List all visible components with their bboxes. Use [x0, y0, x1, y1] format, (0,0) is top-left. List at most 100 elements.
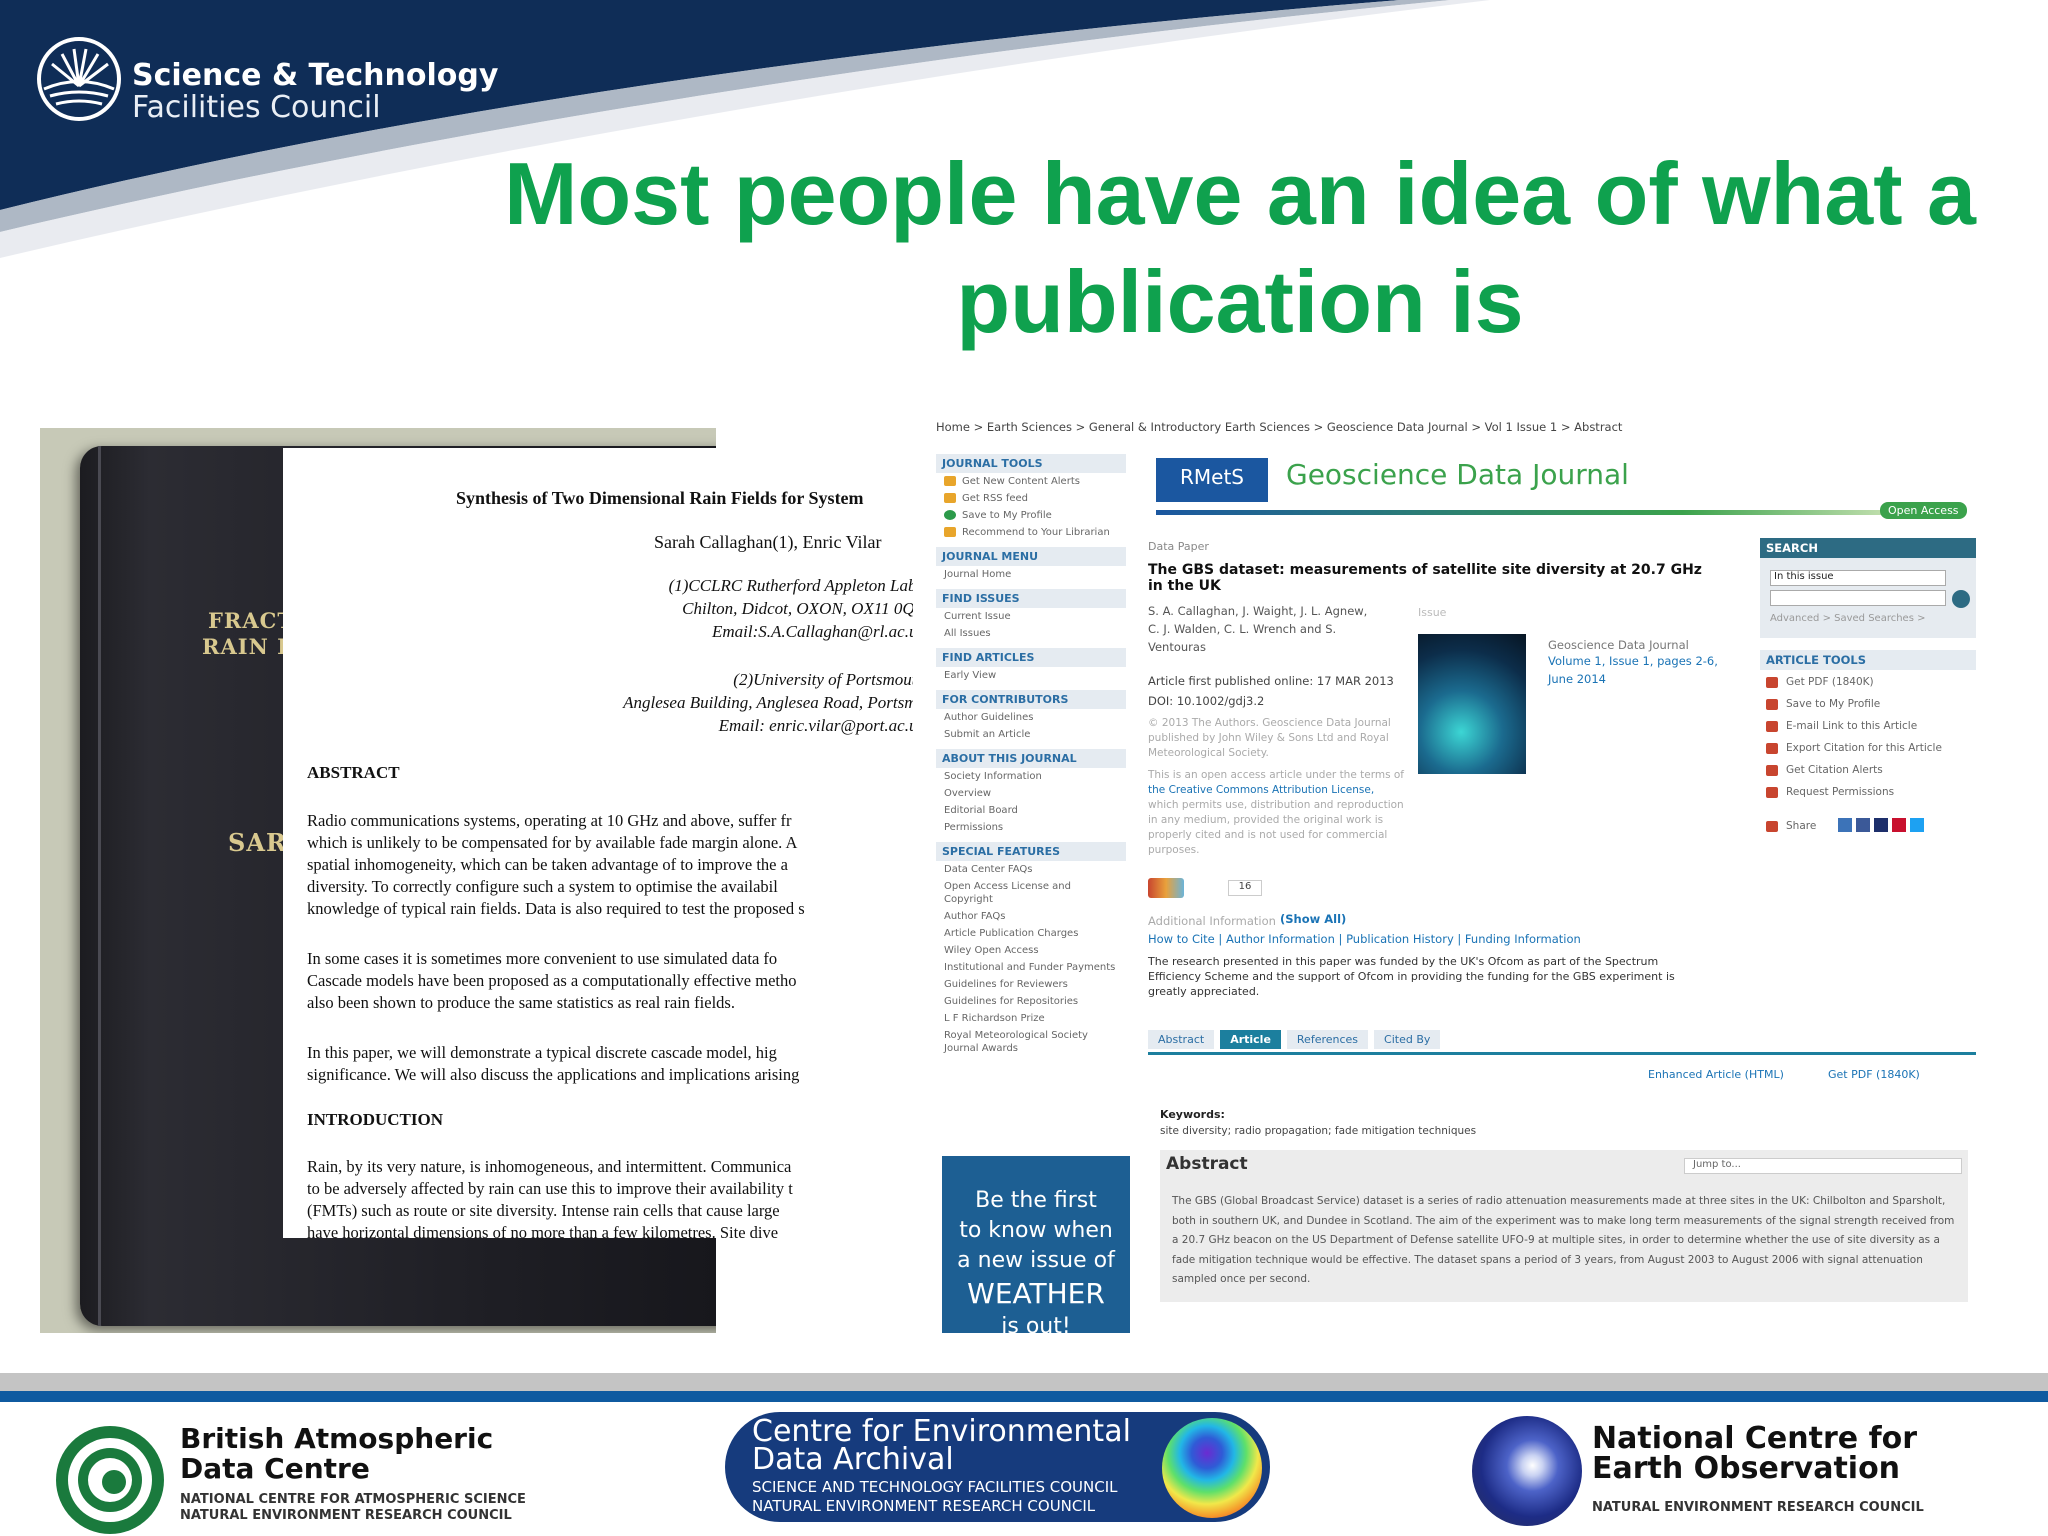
abstract-heading: ABSTRACT: [307, 763, 400, 782]
article-authors-line3[interactable]: Ventouras: [1148, 638, 1206, 656]
weather-advert[interactable]: Be the first to know when a new issue of…: [942, 1156, 1130, 1333]
sidebar-item-editorial-board[interactable]: Editorial Board: [936, 802, 1126, 819]
advanced-search-links[interactable]: Advanced > Saved Searches >: [1770, 610, 1925, 628]
sidebar-item-all-issues[interactable]: All Issues: [936, 625, 1126, 642]
altmetric-donut-icon[interactable]: [1148, 878, 1184, 898]
search-go-button[interactable]: [1952, 590, 1970, 608]
sidebar-item-content-alerts[interactable]: Get New Content Alerts: [936, 473, 1126, 490]
funding-statement: The research presented in this paper was…: [1148, 954, 1675, 999]
text-line: In this paper, we will demonstrate a typ…: [307, 1043, 777, 1062]
slide-title: Most people have an idea of what a publi…: [500, 140, 1980, 356]
ad-line: to know when: [959, 1218, 1113, 1243]
badc-name: British Atmospheric Data Centre: [180, 1424, 493, 1484]
get-pdf-link[interactable]: Get PDF (1840K): [1828, 1068, 1920, 1081]
text-line: in any medium, provided the original wor…: [1148, 814, 1384, 826]
sidebar-item-open-access-license[interactable]: Open Access License and Copyright: [936, 878, 1126, 908]
tab-abstract[interactable]: Abstract: [1148, 1030, 1215, 1049]
sidebar-item-wiley-open-access[interactable]: Wiley Open Access: [936, 942, 1126, 959]
stfc-sunburst-icon: [37, 37, 121, 121]
sidebar-item-repository-guidelines[interactable]: Guidelines for Repositories: [936, 993, 1126, 1010]
badc-name-line2: Data Centre: [180, 1452, 370, 1485]
sidebar-item-author-faqs[interactable]: Author FAQs: [936, 908, 1126, 925]
sidebar-item-recommend[interactable]: Recommend to Your Librarian: [936, 524, 1126, 541]
text-line: published by John Wiley & Sons Ltd and R…: [1148, 732, 1389, 744]
badc-sub-line2: NATURAL ENVIRONMENT RESEARCH COUNCIL: [180, 1508, 512, 1523]
stfc-name-line2: Facilities Council: [132, 89, 381, 125]
affiliation-1-email: Email:S.A.Callaghan@rl.ac.uk: [711, 622, 913, 641]
text-line: In some cases it is sometimes more conve…: [307, 949, 778, 968]
tab-cited-by[interactable]: Cited By: [1374, 1030, 1441, 1049]
tab-article[interactable]: Article: [1220, 1030, 1281, 1049]
sidebar-item-rss[interactable]: Get RSS feed: [936, 490, 1126, 507]
issue-date[interactable]: June 2014: [1548, 672, 1606, 686]
jump-to-select[interactable]: Jump to...: [1684, 1158, 1962, 1174]
sidebar-item-current-issue[interactable]: Current Issue: [936, 608, 1126, 625]
tool-email-link[interactable]: E-mail Link to this Article: [1766, 720, 1917, 732]
affiliation-2-email: Email: enric.vilar@port.ac.uk: [718, 716, 913, 735]
affiliation-1-line1: (1)CCLRC Rutherford Appleton Labo: [668, 576, 913, 595]
tool-request-permissions[interactable]: Request Permissions: [1766, 786, 1894, 798]
sidebar-item-data-center-faqs[interactable]: Data Center FAQs: [936, 861, 1126, 878]
info-links[interactable]: How to Cite | Author Information | Publi…: [1148, 932, 1581, 946]
sidebar-item-permissions[interactable]: Permissions: [936, 819, 1126, 836]
sidebar-item-publication-charges[interactable]: Article Publication Charges: [936, 925, 1126, 942]
text-line: This is an open access article under the…: [1148, 769, 1405, 781]
paper-page: Synthesis of Two Dimensional Rain Fields…: [283, 448, 913, 1238]
journal-sidebar: JOURNAL TOOLS Get New Content Alerts Get…: [936, 448, 1126, 1057]
reddit-icon[interactable]: [1892, 818, 1906, 832]
article-authors-line1[interactable]: S. A. Callaghan, J. Waight, J. L. Agnew,: [1148, 602, 1367, 620]
enhanced-article-link[interactable]: Enhanced Article (HTML): [1648, 1068, 1784, 1081]
ceda-name: Centre for Environmental Data Archival: [752, 1417, 1131, 1475]
journal-cover-thumbnail[interactable]: [1418, 634, 1526, 774]
tool-get-pdf[interactable]: Get PDF (1840K): [1766, 676, 1874, 688]
show-all-link[interactable]: (Show All): [1280, 912, 1346, 926]
article-tools-heading: ARTICLE TOOLS: [1760, 650, 1976, 670]
twitter-icon[interactable]: [1910, 818, 1924, 832]
sidebar-item-overview[interactable]: Overview: [936, 785, 1126, 802]
keywords[interactable]: site diversity; radio propagation; fade …: [1160, 1122, 1476, 1140]
tool-save-profile[interactable]: Save to My Profile: [1766, 698, 1880, 710]
sidebar-item-journal-awards[interactable]: Royal Meteorological Society Journal Awa…: [936, 1027, 1126, 1057]
sidebar-heading-about: ABOUT THIS JOURNAL: [936, 749, 1126, 768]
ceda-sub-line2: NATURAL ENVIRONMENT RESEARCH COUNCIL: [752, 1497, 1096, 1515]
sidebar-item-author-guidelines[interactable]: Author Guidelines: [936, 709, 1126, 726]
sidebar-item-funder-payments[interactable]: Institutional and Funder Payments: [936, 959, 1126, 976]
rmets-logo[interactable]: RMetS: [1156, 458, 1268, 502]
search-input[interactable]: [1770, 590, 1946, 606]
share-icon[interactable]: [1838, 818, 1852, 832]
journal-title[interactable]: Geoscience Data Journal: [1286, 458, 1629, 491]
text-line: © 2013 The Authors. Geoscience Data Jour…: [1148, 717, 1391, 729]
sidebar-item-society-info[interactable]: Society Information: [936, 768, 1126, 785]
thesis-spine: [98, 446, 101, 1326]
facebook-icon[interactable]: [1856, 818, 1870, 832]
share-button[interactable]: Share: [1766, 820, 1816, 832]
tab-rule: [1148, 1052, 1976, 1055]
social-share-icons: [1838, 818, 1924, 832]
text-line: greatly appreciated.: [1148, 985, 1260, 998]
text-line: have horizontal dimensions of no more th…: [307, 1223, 779, 1238]
sidebar-item-journal-home[interactable]: Journal Home: [936, 566, 1126, 583]
footer-blue-band: [0, 1391, 2048, 1402]
article-authors-line2[interactable]: C. J. Walden, C. L. Wrench and S.: [1148, 620, 1336, 638]
sidebar-heading-journal-menu: JOURNAL MENU: [936, 547, 1126, 566]
tool-export-citation[interactable]: Export Citation for this Article: [1766, 742, 1942, 754]
journal-webpage-screenshot: Home > Earth Sciences > General & Introd…: [928, 418, 1978, 1333]
sidebar-item-submit-article[interactable]: Submit an Article: [936, 726, 1126, 743]
copyright-notice: © 2013 The Authors. Geoscience Data Jour…: [1148, 716, 1391, 761]
sidebar-item-early-view[interactable]: Early View: [936, 667, 1126, 684]
open-access-badge: Open Access: [1880, 502, 1967, 519]
tool-citation-alerts[interactable]: Get Citation Alerts: [1766, 764, 1883, 776]
text-line: properly cited and is not used for comme…: [1148, 829, 1388, 841]
sidebar-item-reviewer-guidelines[interactable]: Guidelines for Reviewers: [936, 976, 1126, 993]
issue-volume-link[interactable]: Volume 1, Issue 1, pages 2-6,: [1548, 654, 1718, 668]
sidebar-item-richardson-prize[interactable]: L F Richardson Prize: [936, 1010, 1126, 1027]
text-line[interactable]: the Creative Commons Attribution License…: [1148, 783, 1404, 798]
introduction-heading: INTRODUCTION: [307, 1110, 444, 1129]
sidebar-item-save-profile[interactable]: Save to My Profile: [936, 507, 1126, 524]
text-line: The research presented in this paper was…: [1148, 955, 1659, 968]
delicious-icon[interactable]: [1874, 818, 1888, 832]
tab-references[interactable]: References: [1286, 1030, 1369, 1049]
sidebar-heading-for-contributors: FOR CONTRIBUTORS: [936, 690, 1126, 709]
abstract-text: The GBS (Global Broadcast Service) datas…: [1172, 1195, 1955, 1285]
search-scope-select[interactable]: In this issue: [1770, 570, 1946, 586]
